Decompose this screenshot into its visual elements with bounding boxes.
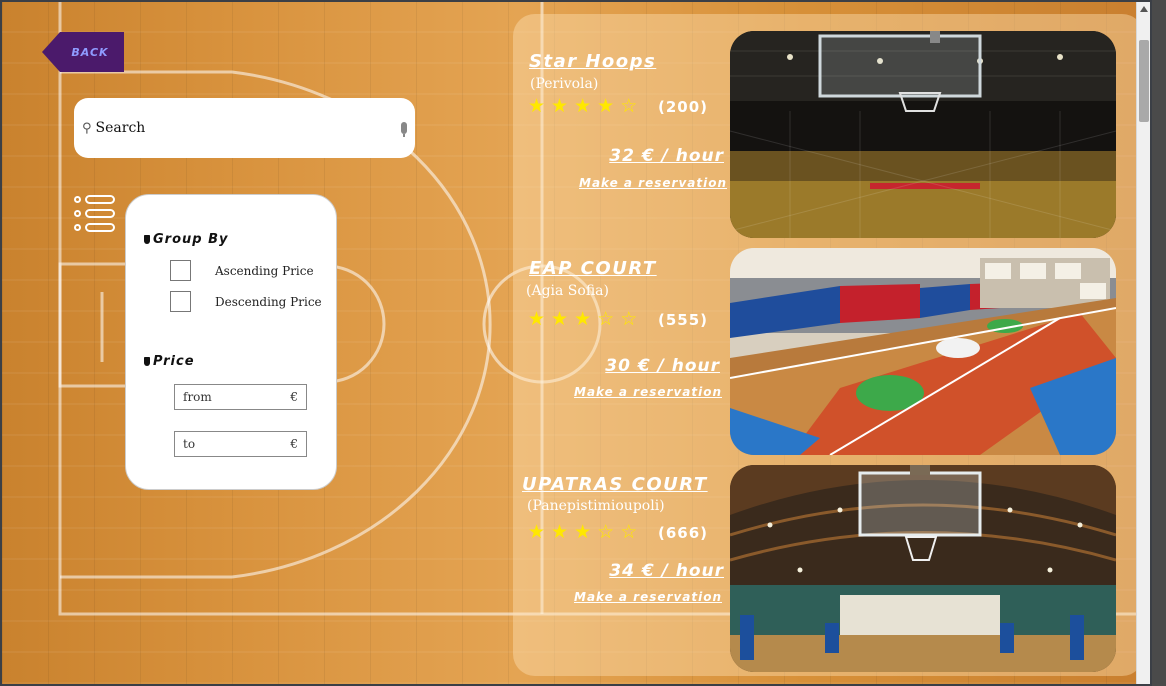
back-button[interactable]: BACK [42,32,124,72]
back-button-label: BACK [71,45,109,59]
euro-symbol: € [290,390,298,404]
court-photo [730,465,1116,672]
star-filled-icon: ★ [551,521,569,543]
court-card: Star Hoops (Perivola) ★ ★ ★ ★ ☆ (200) 32 € /… [513,30,1144,240]
star-filled-icon: ★ [528,521,546,543]
rating-stars: ★ ★ ★ ☆ ☆ [528,523,637,542]
ascending-price-option[interactable]: Ascending Price [170,260,314,281]
court-photo [730,248,1116,455]
court-price: 34 € / hour [609,561,724,581]
star-filled-icon: ★ [574,521,592,543]
filter-list-icon[interactable] [74,195,116,233]
star-filled-icon: ★ [574,308,592,330]
shield-icon [144,235,150,244]
rating-stars: ★ ★ ★ ★ ☆ [528,97,637,116]
star-filled-icon: ★ [551,308,569,330]
star-filled-icon: ★ [551,95,569,117]
court-name-link[interactable]: UPATRAS COURT [522,474,708,495]
court-price: 30 € / hour [605,356,720,376]
descending-price-option[interactable]: Descending Price [170,291,322,312]
page-scrollbar[interactable] [1136,2,1150,684]
rating-stars: ★ ★ ★ ☆ ☆ [528,310,637,329]
group-by-heading: Group By [144,232,228,247]
shield-icon [144,357,150,366]
search-icon: ⚲ [82,120,92,136]
review-count: (666) [658,524,709,542]
price-from-input[interactable] [183,390,291,404]
ascending-price-label: Ascending Price [215,263,314,278]
price-to-field[interactable]: € [174,431,307,457]
court-location: (Perivola) [530,76,599,92]
court-price: 32 € / hour [609,146,724,166]
make-reservation-link[interactable]: Make a reservation [579,176,727,190]
review-count: (200) [658,98,709,116]
court-card: EAP COURT (Agia Sofia) ★ ★ ★ ☆ ☆ (555) 30 € … [513,247,1144,457]
star-empty-icon: ☆ [620,308,638,330]
descending-price-label: Descending Price [215,294,322,309]
filter-panel: Group By Ascending Price Descending Pric… [125,194,337,490]
star-empty-icon: ☆ [597,521,615,543]
descending-price-checkbox[interactable] [170,291,191,312]
court-photo [730,31,1116,238]
ascending-price-checkbox[interactable] [170,260,191,281]
price-heading: Price [144,354,195,369]
price-from-field[interactable]: € [174,384,307,410]
results-panel: Star Hoops (Perivola) ★ ★ ★ ★ ☆ (200) 32 € /… [513,14,1144,676]
star-empty-icon: ☆ [620,95,638,117]
make-reservation-link[interactable]: Make a reservation [574,590,722,604]
review-count: (555) [658,311,709,329]
court-name-link[interactable]: Star Hoops [529,51,656,72]
court-location: (Agia Sofia) [526,283,609,299]
star-filled-icon: ★ [528,308,546,330]
scroll-up-arrow-icon[interactable] [1140,6,1148,12]
app-window: BACK ⚲ Group By Ascending Price Descendi… [0,0,1152,686]
star-filled-icon: ★ [597,95,615,117]
euro-symbol: € [290,437,298,451]
court-location: (Panepistimioupoli) [527,498,665,514]
search-bar[interactable]: ⚲ [74,98,415,158]
court-card: UPATRAS COURT (Panepistimioupoli) ★ ★ ★ ☆ ☆ … [513,464,1144,674]
court-name-link[interactable]: EAP COURT [529,258,657,279]
scrollbar-thumb[interactable] [1139,40,1149,122]
search-input[interactable] [95,120,401,136]
star-empty-icon: ☆ [620,521,638,543]
star-empty-icon: ☆ [597,308,615,330]
price-to-input[interactable] [183,437,291,451]
make-reservation-link[interactable]: Make a reservation [574,385,722,399]
star-filled-icon: ★ [574,95,592,117]
star-filled-icon: ★ [528,95,546,117]
microphone-icon[interactable] [401,122,407,137]
